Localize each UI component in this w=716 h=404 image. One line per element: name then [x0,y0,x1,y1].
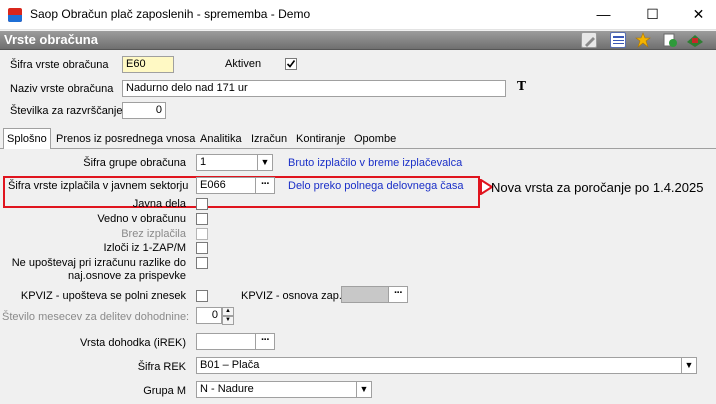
app-icon [8,8,22,22]
tab-izracun[interactable]: Izračun [251,131,287,148]
dohodka-label: Vrsta dohodka (iREK) [80,337,186,349]
neupostevaj-label-2: naj.osnove za prispevke [67,270,186,282]
sifra-vrste-input[interactable]: E60 [122,56,174,73]
izplacila-description: Delo preko polnega delovnega časa [288,180,464,192]
minimize-button[interactable]: — [581,0,626,30]
spin-down-icon[interactable]: ▼ [222,316,234,325]
javna-dela-label: Javna dela [132,198,186,210]
edit-icon[interactable] [581,32,597,48]
stevilka-label: Številka za razvrščanje [10,105,123,117]
tab-splosno[interactable]: Splošno [3,128,51,149]
vedno-label: Vedno v obračunu [97,213,186,225]
kpviz-checkbox[interactable] [196,290,208,302]
mesecev-label: Število mesecev za delitev dohodnine: [2,311,190,323]
close-button[interactable]: ✕ [676,0,716,30]
izplacila-input[interactable]: E066 [196,177,258,194]
window-title: Saop Obračun plač zaposlenih - sprememba… [30,7,311,21]
dohodka-input[interactable] [196,333,258,350]
dohodka-lookup-button[interactable]: ··· [255,333,275,350]
rek-label: Šifra REK [137,361,186,373]
brez-izplacila-checkbox[interactable] [196,228,208,240]
maximize-button[interactable]: ☐ [630,0,675,30]
stevilka-input[interactable]: 0 [122,102,166,119]
naziv-vrste-label: Naziv vrste obračuna [10,83,114,95]
aktiven-checkbox[interactable] [285,58,297,70]
brez-izplacila-label: Brez izplačila [121,228,186,240]
section-title: Vrste obračuna [4,32,98,47]
star-icon[interactable] [635,32,651,48]
chevron-down-icon[interactable]: ▼ [257,154,273,171]
skupina-select[interactable]: 1 [196,154,258,171]
annotation-text: Nova vrsta za poročanje po 1.4.2025 [491,180,704,195]
vedno-checkbox[interactable] [196,213,208,225]
window-titlebar: Saop Obračun plač zaposlenih - sprememba… [0,0,716,30]
skupina-description: Bruto izplačilo v breme izplačevalca [288,157,463,169]
table-icon[interactable] [610,32,626,48]
rek-chevron-down-icon[interactable]: ▼ [681,357,697,374]
refresh-icon[interactable] [662,32,678,48]
izloci-checkbox[interactable] [196,242,208,254]
skupina-label: Šifra grupe obračuna [83,157,186,169]
kpviz-osnova-label: KPVIZ - osnova zap. [241,290,342,302]
tab-kontiranje[interactable]: Kontiranje [296,131,346,148]
neupostevaj-label-1: Ne upoštevaj pri izračunu razlike do [11,257,186,269]
grupa-select[interactable]: N - Nadure [196,381,357,398]
kpviz-label: KPVIZ - upošteva se polni znesek [20,290,186,302]
grupa-label: Grupa M [143,385,186,397]
javna-dela-checkbox[interactable] [196,198,208,210]
grupa-chevron-down-icon[interactable]: ▼ [356,381,372,398]
exit-icon[interactable] [686,32,703,48]
izplacila-label: Šifra vrste izplačila v javnem sektorju [8,180,189,192]
kpviz-osnova-input[interactable] [341,286,391,303]
section-header: Vrste obračuna [0,31,716,50]
izplacila-lookup-button[interactable]: ··· [255,177,275,194]
font-icon[interactable]: T [517,80,531,94]
mesecev-input[interactable]: 0 [196,307,222,324]
sifra-vrste-label: Šifra vrste obračuna [10,59,109,71]
rek-select[interactable]: B01 – Plača [196,357,682,374]
tab-prenos[interactable]: Prenos iz posrednega vnosa [56,131,195,148]
spin-up-icon[interactable]: ▲ [222,307,234,316]
izloci-label: Izloči iz 1-ZAP/M [103,242,186,254]
tab-analitika[interactable]: Analitika [200,131,242,148]
aktiven-label: Aktiven [225,58,262,70]
tab-strip-line [0,148,716,149]
neupostevaj-checkbox[interactable] [196,257,208,269]
naziv-vrste-input[interactable]: Nadurno delo nad 171 ur [122,80,506,97]
tab-opombe[interactable]: Opombe [354,131,396,148]
kpviz-lookup-button[interactable]: ··· [388,286,408,303]
